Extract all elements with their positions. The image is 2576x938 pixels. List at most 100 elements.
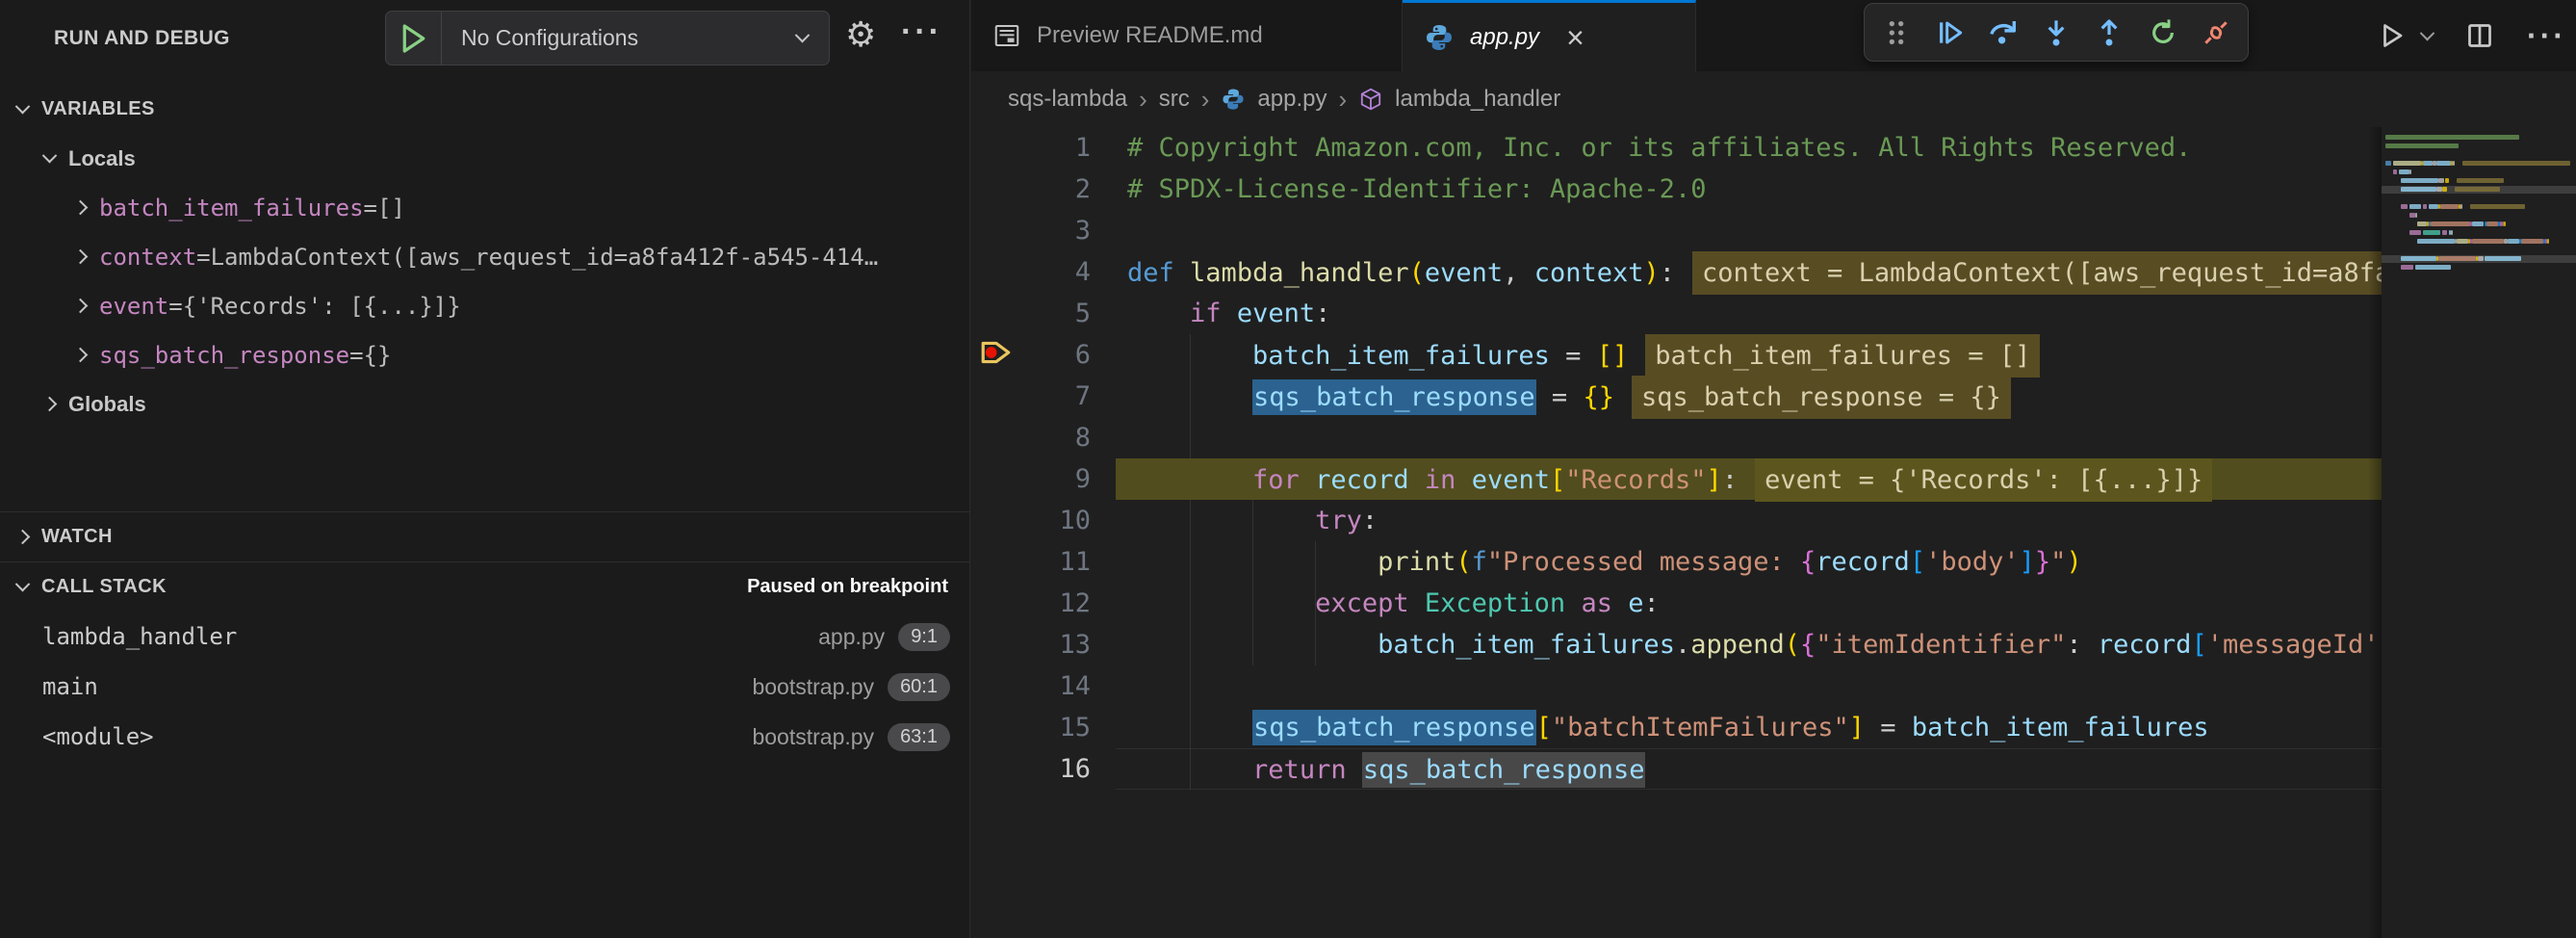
continue-button[interactable] [1929, 12, 1971, 54]
line-number[interactable]: 10 [971, 500, 1116, 541]
equals: = [196, 244, 210, 271]
code-line[interactable]: def lambda_handler(event, context):conte… [1116, 251, 2382, 293]
sidebar-header: RUN AND DEBUG No Configurations ⚙ ··· [0, 0, 969, 77]
breadcrumb-item[interactable]: app.py [1257, 86, 1327, 113]
variables-label: VARIABLES [41, 98, 155, 120]
line-number[interactable]: 7 [971, 376, 1116, 417]
start-debug-icon[interactable] [386, 12, 442, 65]
line-number[interactable]: 14 [971, 665, 1116, 707]
call-stack-header[interactable]: CALL STACK Paused on breakpoint [0, 562, 969, 612]
code-token: lambda_handler [1190, 258, 1409, 288]
code-line[interactable] [1116, 210, 2382, 251]
code-token: ] [2020, 547, 2035, 577]
line-number[interactable]: 12 [971, 583, 1116, 624]
code-area[interactable]: # Copyright Amazon.com, Inc. or its affi… [1116, 127, 2382, 878]
breadcrumb-separator: › [1338, 85, 1347, 115]
close-icon[interactable]: × [1566, 22, 1584, 53]
code-line[interactable]: batch_item_failures = []batch_item_failu… [1116, 334, 2382, 376]
globals-group[interactable]: Globals [0, 379, 969, 429]
minimap-line [2409, 204, 2421, 209]
line-number[interactable]: 9 [971, 458, 1116, 500]
line-number[interactable]: 11 [971, 541, 1116, 583]
restart-button[interactable] [2142, 12, 2184, 54]
code-token [1127, 341, 1252, 371]
minimap-line [2436, 161, 2450, 166]
minimap-line [2485, 256, 2522, 261]
more-actions-icon[interactable]: ··· [901, 13, 942, 51]
line-number[interactable]: 8 [971, 417, 1116, 458]
run-dropdown-chevron-icon[interactable] [2422, 31, 2433, 41]
line-number[interactable]: 3 [971, 210, 1116, 251]
line-number[interactable]: 15 [971, 707, 1116, 748]
code-token [1409, 465, 1425, 495]
code-line[interactable]: if event: [1116, 293, 2382, 334]
line-number[interactable]: 1 [971, 127, 1116, 169]
variable-row[interactable]: sqs_batch_response = {} [0, 330, 969, 379]
paused-status: Paused on breakpoint [747, 576, 948, 598]
drag-handle[interactable] [1875, 12, 1918, 54]
code-line[interactable]: # SPDX-License-Identifier: Apache-2.0 [1116, 169, 2382, 210]
code-line[interactable]: # Copyright Amazon.com, Inc. or its affi… [1116, 127, 2382, 169]
python-icon [1424, 22, 1455, 53]
breadcrumb-item[interactable]: lambda_handler [1395, 86, 1560, 113]
debug-config-dropdown[interactable]: No Configurations [385, 11, 830, 65]
code-line[interactable]: except Exception as e: [1116, 583, 2382, 624]
code-line[interactable]: for record in event["Records"]:event = {… [1116, 458, 2382, 500]
gutter[interactable]: 12345678910111213141516 [971, 127, 1116, 878]
step-out-button[interactable] [2088, 12, 2130, 54]
minimap-line [2504, 221, 2506, 226]
more-actions-icon[interactable]: ··· [2527, 18, 2566, 54]
code-token: in [1425, 465, 1456, 495]
disconnect-button[interactable] [2195, 12, 2237, 54]
tab-app-py[interactable]: app.py × [1403, 0, 1696, 71]
step-over-button[interactable] [1982, 12, 2024, 54]
line-number[interactable]: 16 [971, 748, 1116, 790]
breadcrumb-item[interactable]: src [1159, 86, 1190, 113]
code-line[interactable]: batch_item_failures.append({"itemIdentif… [1116, 624, 2382, 665]
line-number[interactable]: 13 [971, 624, 1116, 665]
gear-icon[interactable]: ⚙ [845, 15, 876, 55]
variable-row[interactable]: event = {'Records': [{...}]} [0, 281, 969, 330]
code-token: sqs_batch_response [1252, 379, 1536, 415]
minimap-line [2401, 265, 2412, 270]
code-line[interactable] [1116, 665, 2382, 707]
code-line[interactable]: return sqs_batch_response [1116, 748, 2382, 790]
split-editor-button[interactable] [2465, 21, 2494, 50]
code-line[interactable] [1116, 417, 2382, 458]
variable-name: batch_item_failures [99, 195, 364, 221]
chevron-right-icon [73, 348, 89, 363]
stack-frame-row[interactable]: <module>bootstrap.py63:1 [0, 712, 969, 762]
line-number[interactable]: 5 [971, 293, 1116, 334]
code-line[interactable]: print(f"Processed message: {record['body… [1116, 541, 2382, 583]
stack-frame-row[interactable]: mainbootstrap.py60:1 [0, 662, 969, 712]
code-token [1127, 755, 1252, 785]
code-token: ] [1849, 713, 1865, 743]
code-token: ) [2066, 547, 2081, 577]
run-and-debug-sidebar: RUN AND DEBUG No Configurations ⚙ ··· VA… [0, 0, 970, 938]
code-token: = [1865, 713, 1912, 743]
variables-header[interactable]: VARIABLES [0, 85, 969, 134]
stack-frame-row[interactable]: lambda_handlerapp.py9:1 [0, 612, 969, 662]
tab-preview-readme[interactable]: Preview README.md [971, 0, 1403, 71]
watch-header[interactable]: WATCH [0, 512, 969, 561]
code-line[interactable]: sqs_batch_response = {}sqs_batch_respons… [1116, 376, 2382, 417]
code-token [1127, 506, 1315, 535]
line-number[interactable]: 4 [971, 251, 1116, 293]
code-line[interactable]: try: [1116, 500, 2382, 541]
breadcrumb-item[interactable]: sqs-lambda [1008, 86, 1127, 113]
minimap[interactable] [2382, 127, 2576, 938]
step-into-button[interactable] [2035, 12, 2077, 54]
code-token: 'body' [1925, 547, 2020, 577]
code-token: e [1628, 588, 1643, 618]
code-token: as [1581, 588, 1612, 618]
locals-group[interactable]: Locals [0, 134, 969, 183]
current-frame-breakpoint-icon[interactable] [979, 337, 1014, 373]
variable-row[interactable]: batch_item_failures = [] [0, 183, 969, 232]
minimap-line [2417, 221, 2427, 226]
line-number[interactable]: 2 [971, 169, 1116, 210]
run-python-file-button[interactable] [2378, 21, 2407, 50]
code-line[interactable]: sqs_batch_response["batchItemFailures"] … [1116, 707, 2382, 748]
variable-name: sqs_batch_response [99, 342, 349, 369]
variable-row[interactable]: context = LambdaContext([aws_request_id=… [0, 232, 969, 281]
frame-name: main [42, 673, 98, 700]
